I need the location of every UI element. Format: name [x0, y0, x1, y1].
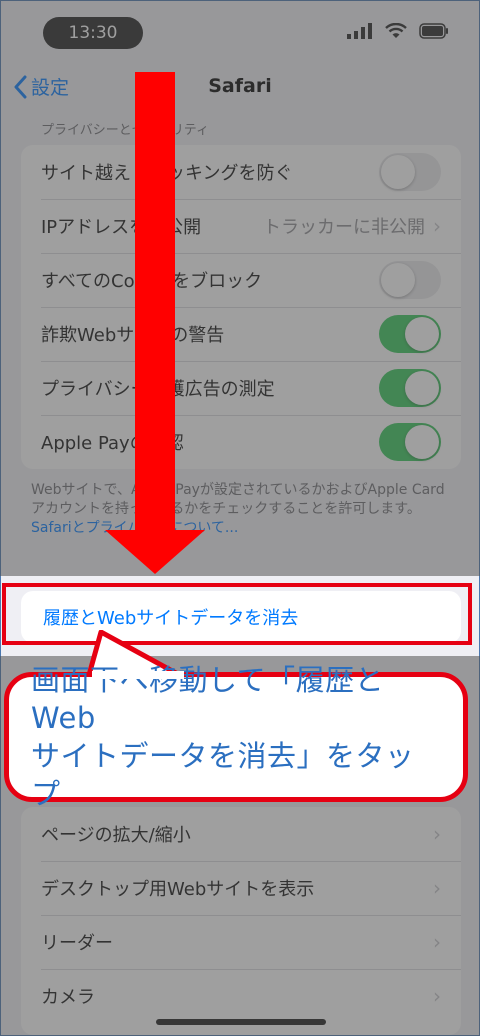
navigation-bar: 設定 Safari — [1, 63, 479, 113]
privacy-info-link[interactable]: Safariとプライバシーについて... — [31, 519, 451, 538]
chevron-right-icon: › — [433, 822, 441, 846]
ad-measurement-toggle[interactable] — [379, 369, 441, 407]
page-settings-group: ページの拡大/縮小 › デスクトップ用Webサイトを表示 › リーダー › カメ… — [21, 807, 461, 1035]
setting-label: ページの拡大/縮小 — [41, 825, 191, 846]
apple-pay-check-toggle[interactable] — [379, 423, 441, 461]
status-time: 13:30 — [43, 17, 143, 49]
setting-row-block-cookies: すべてのCookieをブロック — [21, 253, 461, 307]
setting-label: プライバシー保護広告の測定 — [41, 375, 379, 401]
cellular-signal-icon — [347, 23, 372, 39]
setting-label: サイト越えトラッキングを防ぐ — [41, 159, 379, 185]
setting-label: カメラ — [41, 987, 95, 1008]
setting-label: デスクトップ用Webサイトを表示 — [41, 879, 315, 900]
instruction-callout: 画面下へ移動して「履歴とWeb サイトデータを消去」をタップ — [4, 663, 468, 811]
wifi-icon — [385, 23, 407, 38]
setting-row-hide-ip[interactable]: IPアドレスを非公開 トラッカーに非公開 › — [21, 199, 461, 253]
privacy-settings-group: サイト越えトラッキングを防ぐ IPアドレスを非公開 トラッカーに非公開 › すべ… — [21, 145, 461, 469]
highlight-box — [2, 583, 472, 645]
battery-icon — [419, 23, 448, 39]
setting-label: 詐欺Webサイトの警告 — [41, 325, 225, 346]
phone-screen: 13:30 設定 Safari プライバシーとセキュリティ IPアドレスを非公開… — [0, 0, 480, 1036]
setting-row-page-zoom[interactable]: ページの拡大/縮小 › — [21, 807, 461, 861]
block-cookies-toggle[interactable] — [379, 261, 441, 299]
setting-row-reader[interactable]: リーダー › — [21, 915, 461, 969]
privacy-footer: Webサイトで、Apple Payが設定されているかおよびApple Cardア… — [31, 481, 451, 538]
cross-site-tracking-toggle[interactable] — [379, 153, 441, 191]
down-arrow-icon — [105, 530, 205, 574]
chevron-right-icon: › — [433, 930, 441, 954]
setting-row-fraud-warning: 詐欺Webサイトの警告 — [21, 307, 461, 361]
page-title: Safari — [208, 75, 272, 97]
setting-label: Apple Payの確認 — [41, 433, 184, 454]
setting-row-cross-site-tracking: サイト越えトラッキングを防ぐ — [21, 145, 461, 199]
setting-value: トラッカーに非公開 — [263, 217, 425, 238]
chevron-right-icon: › — [433, 984, 441, 1008]
setting-row-camera[interactable]: カメラ › — [21, 969, 461, 1023]
callout-line-2: サイトデータを消去」をタップ — [31, 739, 415, 811]
callout-tail-joint — [92, 671, 184, 679]
privacy-footer-text: Webサイトで、Apple Payが設定されているかおよびApple Cardア… — [31, 482, 445, 517]
chevron-right-icon: › — [433, 214, 441, 238]
callout-text: 画面下へ移動して「履歴とWeb サイトデータを消去」をタップ — [9, 661, 463, 813]
status-bar: 13:30 — [1, 1, 479, 63]
setting-label: リーダー — [41, 933, 113, 954]
setting-row-desktop-site[interactable]: デスクトップ用Webサイトを表示 › — [21, 861, 461, 915]
setting-row-apple-pay-check: Apple Payの確認 — [21, 415, 461, 469]
chevron-right-icon: › — [433, 876, 441, 900]
home-indicator[interactable] — [156, 1019, 326, 1025]
setting-label: すべてのCookieをブロック — [41, 267, 379, 293]
status-icons — [347, 23, 449, 39]
section-header-privacy: プライバシーとセキュリティ — [41, 123, 209, 138]
fraud-warning-toggle[interactable] — [379, 315, 441, 353]
down-arrow-shaft — [135, 72, 175, 532]
setting-row-ad-measurement: プライバシー保護広告の測定 — [21, 361, 461, 415]
